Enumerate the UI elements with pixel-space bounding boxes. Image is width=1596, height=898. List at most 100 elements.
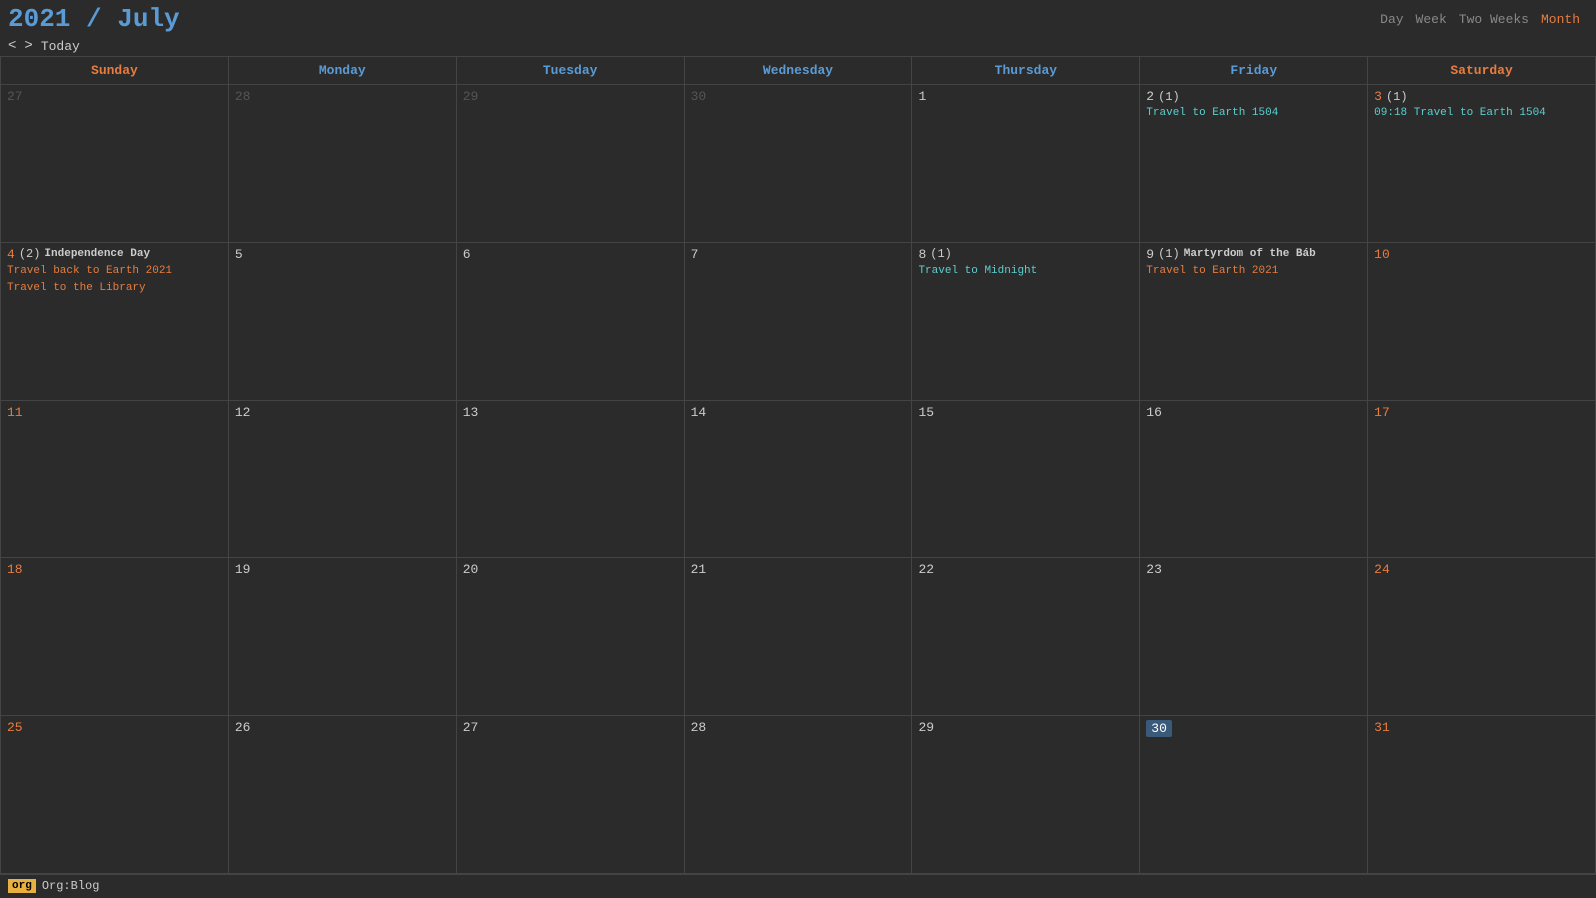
day-number: 15 [918,405,934,420]
calendar-grid: 2728293012(1)Travel to Earth 15043(1)09:… [0,85,1596,874]
day-number: 12 [235,405,251,420]
calendar-cell[interactable]: 1 [912,85,1140,242]
day-number: 26 [235,720,251,735]
calendar-cell[interactable]: 14 [685,401,913,558]
calendar-week-0: 27 28 29 30 1 2 (1) Travel to Earth 1504 3 (1) 09:… [0,85,1596,243]
calendar-week-2: 11 12 13 14 15 16 17 [0,401,1596,559]
event-count: (1) [930,247,952,261]
day-number: 18 [7,562,23,577]
calendar-cell[interactable]: 2 (1) Travel to Earth 1504 [1140,85,1368,242]
day-number: 19 [235,562,251,577]
calendar-week-1: 4(2)Independence DayTravel back to Earth… [0,243,1596,401]
event-count: (1) [1386,90,1408,104]
calendar-cell[interactable]: 25 [0,716,229,873]
calendar-cell[interactable]: 12 [229,401,457,558]
calendar-week-4: 25 26 27 2829 30 31 [0,716,1596,874]
day-number: 4 [7,247,15,262]
day-number: 29 [463,89,479,104]
day-number: 1 [918,89,926,104]
calendar-cell[interactable]: 28 [229,85,457,242]
calendar-event[interactable]: Travel to Earth 1504 [1146,106,1361,121]
calendar-event[interactable]: Travel back to Earth 2021 [7,264,222,279]
day-number: 3 [1374,89,1382,104]
calendar-cell[interactable]: 31 [1368,716,1596,873]
day-number: 20 [463,562,479,577]
day-header-saturday: Saturday [1368,56,1596,85]
day-number: 22 [918,562,934,577]
calendar-cell[interactable]: 27 [457,716,685,873]
calendar-event[interactable]: Travel to the Library [7,281,222,296]
calendar-event[interactable]: Travel to Earth 2021 [1146,264,1361,279]
calendar-cell[interactable]: 23 [1140,558,1368,715]
day-header-wednesday: Wednesday [685,56,913,85]
calendar-cell[interactable]: 16 [1140,401,1368,558]
calendar-cell[interactable]: 26 [229,716,457,873]
view-month-button[interactable]: Month [1541,12,1580,27]
calendar-cell[interactable]: 17 [1368,401,1596,558]
event-count: (1) [1158,90,1180,104]
calendar-cell[interactable]: 5 [229,243,457,400]
day-number: 30 [1146,720,1172,737]
day-number: 17 [1374,405,1390,420]
calendar-cell[interactable]: 18 [0,558,229,715]
calendar-cell[interactable]: 20 [457,558,685,715]
day-number: 27 [7,89,23,104]
calendar-cell[interactable]: 4(2)Independence DayTravel back to Earth… [0,243,229,400]
footer-tag: org [8,879,36,893]
day-number: 27 [463,720,479,735]
calendar-cell[interactable]: 3 (1) 09:18 Travel to Earth 1504 [1368,85,1596,242]
calendar-cell[interactable]: 10 [1368,243,1596,400]
day-number: 11 [7,405,23,420]
day-number: 28 [235,89,251,104]
day-header-thursday: Thursday [912,56,1140,85]
calendar-cell[interactable]: 29 [912,716,1140,873]
view-two-weeks-button[interactable]: Two Weeks [1459,12,1529,27]
calendar-cell[interactable]: 30 [685,85,913,242]
prev-button[interactable]: < [8,38,16,54]
nav-row: < > Today [0,36,1596,56]
calendar-cell[interactable]: 15 [912,401,1140,558]
calendar-event[interactable]: 09:18 Travel to Earth 1504 [1374,106,1589,121]
calendar-cell[interactable]: 29 [457,85,685,242]
day-number: 7 [691,247,699,262]
day-number: 21 [691,562,707,577]
footer: org Org:Blog [0,874,1596,897]
calendar-cell[interactable]: 19 [229,558,457,715]
holiday-label: Independence Day [44,248,150,260]
calendar-cell[interactable]: 11 [0,401,229,558]
calendar-event[interactable]: Travel to Midnight [918,264,1133,279]
view-week-button[interactable]: Week [1416,12,1447,27]
year-label: 2021 [8,4,70,34]
calendar-cell[interactable]: 21 [685,558,913,715]
day-number: 9 [1146,247,1154,262]
today-button[interactable]: Today [41,39,80,54]
calendar-cell[interactable]: 30 [1140,716,1368,873]
view-day-button[interactable]: Day [1380,12,1403,27]
day-header-sunday: Sunday [0,56,229,85]
next-button[interactable]: > [24,38,32,54]
day-number: 8 [918,247,926,262]
day-number: 30 [691,89,707,104]
calendar-cell[interactable]: 22 [912,558,1140,715]
page-title: 2021 / July [8,4,180,34]
calendar-cell[interactable]: 24 [1368,558,1596,715]
day-number: 5 [235,247,243,262]
calendar-cell[interactable]: 13 [457,401,685,558]
day-headers: SundayMondayTuesdayWednesdayThursdayFrid… [0,56,1596,85]
calendar-main: SundayMondayTuesdayWednesdayThursdayFrid… [0,56,1596,874]
view-switcher: Day Week Two Weeks Month [1380,12,1580,27]
day-number: 10 [1374,247,1390,262]
calendar-cell[interactable]: 8 (1) Travel to Midnight [912,243,1140,400]
calendar-cell[interactable]: 28 [685,716,913,873]
footer-label: Org:Blog [42,879,100,893]
day-number: 24 [1374,562,1390,577]
calendar-week-3: 18 19 20 21 22 23 24 [0,558,1596,716]
calendar-cell[interactable]: 9(1)Martyrdom of the BábTravel to Earth … [1140,243,1368,400]
calendar-cell[interactable]: 6 [457,243,685,400]
day-number: 13 [463,405,479,420]
calendar-cell[interactable]: 27 [0,85,229,242]
day-number: 14 [691,405,707,420]
calendar-cell[interactable]: 7 [685,243,913,400]
day-number: 6 [463,247,471,262]
day-number: 2 [1146,89,1154,104]
